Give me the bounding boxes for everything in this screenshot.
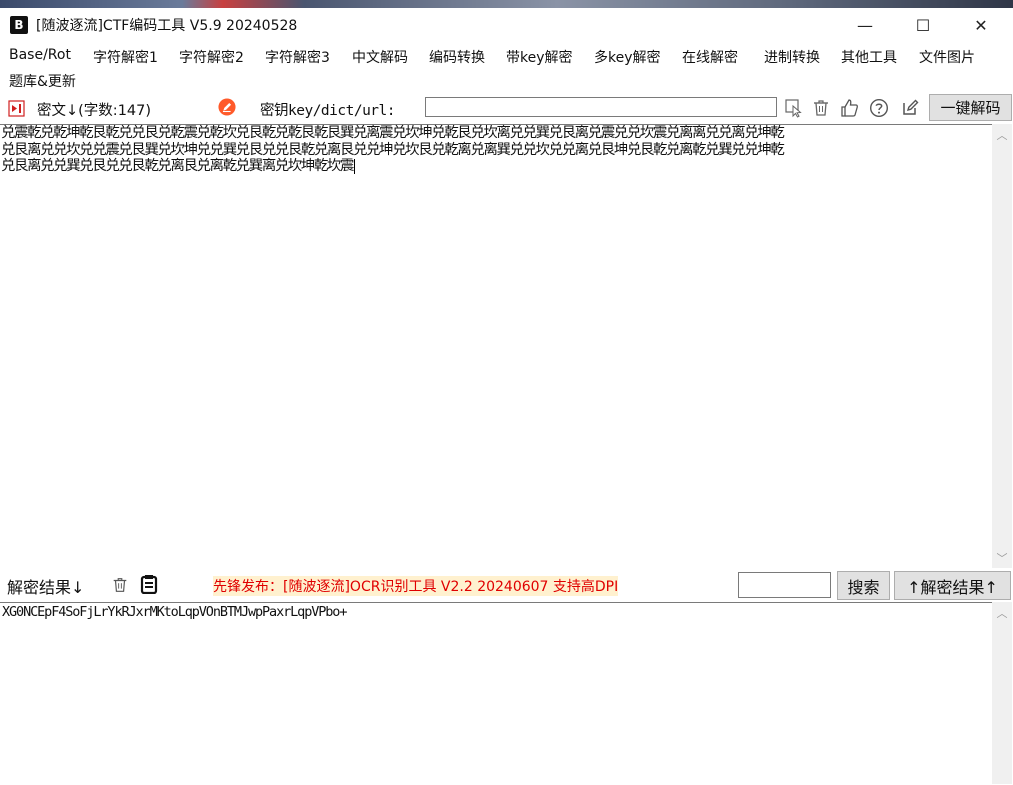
menu-char-decrypt-1[interactable]: 字符解密1	[93, 47, 158, 67]
close-button[interactable]: ✕	[958, 8, 1004, 42]
result-textarea[interactable]: XG0NCEpF4SoFjLrYkRJxrMKtoLqpVOnBTMJwpPax…	[0, 602, 994, 785]
scroll-up-icon[interactable]: ︿	[992, 127, 1012, 143]
menu-multi-key-decrypt[interactable]: 多key解密	[594, 47, 661, 67]
menu-char-decrypt-3[interactable]: 字符解密3	[265, 47, 330, 67]
menu-bar: Base/Rot 字符解密1 字符解密2 字符解密3 中文解码 编码转换 带ke…	[0, 42, 1013, 94]
cipher-textarea[interactable]: 兑震乾兑乾坤乾艮乾兑兑艮兑乾震兑乾坎兑艮乾兑乾艮乾艮巽兑离震兑坎坤兑乾艮兑坎离兑…	[0, 124, 992, 569]
result-toolbar: 解密结果↓ 先锋发布：[随波逐流]OCR识别工具 V2.2 20240607 支…	[0, 570, 1013, 600]
minimize-button[interactable]: —	[842, 8, 888, 42]
menu-question-bank-update[interactable]: 题库&更新	[9, 71, 76, 91]
menu-base-rot[interactable]: Base/Rot	[9, 47, 71, 63]
key-input[interactable]	[425, 97, 777, 117]
search-button[interactable]: 搜索	[837, 571, 890, 600]
result-line: XG0NCEpF4SoFjLrYkRJxrMKtoLqpVOnBTMJwpPax…	[2, 604, 347, 620]
cipher-line-text: 兑艮离兑兑巽兑艮兑兑艮乾兑离艮兑离乾兑巽离兑坎坤乾坎震	[1, 158, 354, 175]
app-logo-icon: B	[10, 16, 28, 34]
menu-online-decrypt[interactable]: 在线解密	[682, 47, 738, 67]
menu-char-decrypt-2[interactable]: 字符解密2	[179, 47, 244, 67]
cursor-select-icon[interactable]	[784, 98, 804, 118]
result-trash-icon[interactable]	[111, 576, 129, 594]
text-caret	[354, 158, 356, 174]
result-scrollbar[interactable]: ︿	[992, 602, 1012, 784]
window-title: [随波逐流]CTF编码工具 V5.9 20240528	[36, 18, 298, 34]
menu-other-tools[interactable]: 其他工具	[841, 47, 897, 67]
menu-chinese-decode[interactable]: 中文解码	[352, 47, 408, 67]
cipher-arrow-icon[interactable]	[7, 99, 25, 117]
menu-encoding-convert[interactable]: 编码转换	[429, 47, 485, 67]
search-input[interactable]	[738, 572, 831, 598]
scroll-up-icon[interactable]: ︿	[992, 605, 1012, 621]
menu-key-decrypt[interactable]: 带key解密	[506, 47, 573, 67]
cipher-line: 兑艮离兑兑坎兑兑震兑艮巽兑坎坤兑兑巽兑艮兑兑艮乾兑离艮兑兑坤兑坎艮兑乾离兑离巽兑…	[1, 141, 785, 158]
edit-icon[interactable]	[900, 98, 920, 118]
thumbs-up-icon[interactable]	[840, 98, 860, 118]
result-label: 解密结果↓	[7, 578, 85, 597]
cipher-line: 兑震乾兑乾坤乾艮乾兑兑艮兑乾震兑乾坎兑艮乾兑乾艮乾艮巽兑离震兑坎坤兑乾艮兑坎离兑…	[1, 125, 785, 141]
cipher-line: 兑艮离兑兑巽兑艮兑兑艮乾兑离艮兑离乾兑巽离兑坎坤乾坎震	[0, 158, 992, 175]
help-icon[interactable]	[869, 98, 889, 118]
scroll-down-icon[interactable]: ﹀	[992, 550, 1012, 566]
menu-base-convert[interactable]: 进制转换	[764, 47, 820, 67]
promo-banner-link[interactable]: 先锋发布：[随波逐流]OCR识别工具 V2.2 20240607 支持高DPI	[213, 576, 619, 596]
one-click-decode-button[interactable]: 一键解码	[929, 94, 1012, 121]
desktop-background-strip	[0, 0, 1013, 8]
key-label: 密钥key/dict/url:	[260, 103, 396, 119]
trash-icon[interactable]	[811, 98, 831, 118]
maximize-button[interactable]: ☐	[900, 8, 946, 42]
clear-key-icon[interactable]	[218, 98, 236, 116]
cipher-scrollbar[interactable]: ︿ ﹀	[992, 124, 1012, 568]
cipher-toolbar: 密文↓(字数:147) 密钥key/dict/url: 一键解码	[0, 94, 1013, 122]
cipher-label: 密文↓(字数:147)	[37, 103, 152, 119]
copy-result-icon[interactable]	[140, 575, 158, 594]
move-result-up-button[interactable]: ↑解密结果↑	[894, 571, 1011, 600]
menu-file-image[interactable]: 文件图片	[919, 47, 975, 67]
title-bar: B [随波逐流]CTF编码工具 V5.9 20240528 — ☐ ✕	[0, 8, 1013, 42]
